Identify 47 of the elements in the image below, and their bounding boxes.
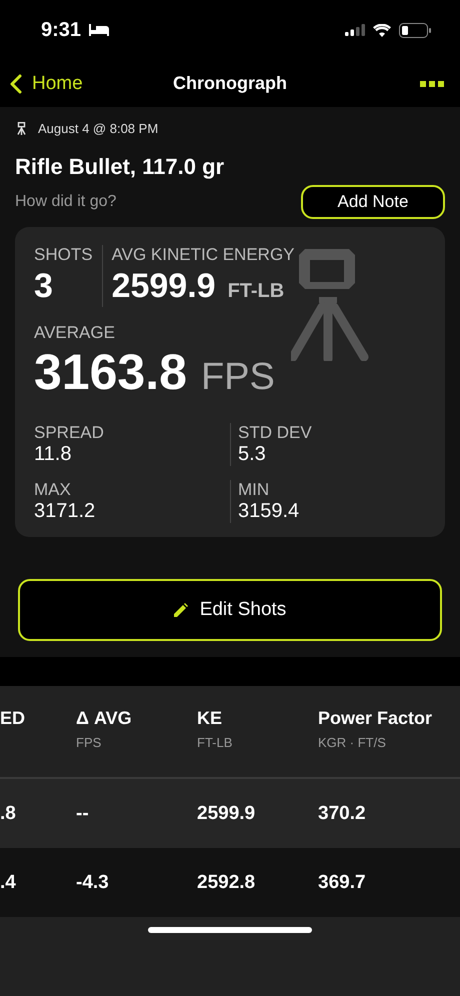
battery-icon bbox=[399, 22, 432, 38]
stat-label: AVG KINETIC ENERGY bbox=[112, 245, 295, 265]
screen-title: Chronograph bbox=[173, 73, 287, 94]
table-cell: 2599.9 bbox=[197, 802, 256, 824]
edit-shots-button[interactable]: Edit Shots bbox=[18, 579, 442, 641]
table-cell: 369.7 bbox=[318, 872, 366, 892]
signal-icon bbox=[345, 24, 365, 36]
stat-label: SHOTS bbox=[34, 245, 93, 265]
chevron-left-icon bbox=[10, 74, 22, 94]
back-button[interactable]: Home bbox=[10, 72, 83, 94]
bed-icon bbox=[89, 24, 110, 36]
stat-value: 5.3 bbox=[238, 443, 267, 466]
column-unit: FT-LB bbox=[197, 735, 234, 750]
stat-value: 3159.4 bbox=[238, 500, 300, 523]
more-icon[interactable] bbox=[420, 80, 444, 86]
wifi-icon bbox=[373, 24, 391, 36]
table-cell: -4.3 bbox=[76, 872, 109, 892]
stat-value: 11.8 bbox=[34, 443, 72, 466]
stat-label: MAX bbox=[34, 480, 72, 500]
status-time: 9:31 bbox=[41, 18, 82, 42]
column-unit: FPS bbox=[76, 735, 102, 750]
note-prompt: How did it go? bbox=[15, 193, 116, 211]
column-unit: KGR · FT/S bbox=[318, 735, 387, 750]
energy-unit: FT-LB bbox=[228, 280, 284, 303]
table-cell: 370.2 bbox=[318, 802, 366, 824]
tripod-icon bbox=[17, 122, 26, 135]
stat-label: AVERAGE bbox=[34, 323, 116, 343]
energy-value: 2599.9 bbox=[112, 266, 216, 307]
average-unit: FPS bbox=[200, 356, 275, 399]
column-header: Δ AVG bbox=[76, 708, 133, 729]
table-cell: 2592.8 bbox=[197, 872, 256, 892]
column-header: Power Factor bbox=[318, 708, 434, 729]
column-header: KE bbox=[197, 708, 224, 729]
shot-count: 3 bbox=[34, 266, 54, 307]
column-header: ED bbox=[0, 708, 26, 729]
add-note-button[interactable]: Add Note bbox=[301, 185, 445, 219]
pencil-icon bbox=[174, 603, 188, 617]
table-cell: .4 bbox=[0, 872, 16, 892]
session-date: August 4 @ 8:08 PM bbox=[38, 121, 158, 136]
stat-value: 3171.2 bbox=[34, 500, 96, 523]
session-title: Rifle Bullet, 117.0 gr bbox=[15, 154, 226, 180]
table-cell: .8 bbox=[0, 802, 16, 824]
table-cell: -- bbox=[76, 802, 89, 824]
stat-label: STD DEV bbox=[238, 423, 313, 443]
stat-label: SPREAD bbox=[34, 423, 105, 443]
average-value: 3163.8 bbox=[34, 343, 187, 401]
stat-label: MIN bbox=[238, 480, 270, 500]
